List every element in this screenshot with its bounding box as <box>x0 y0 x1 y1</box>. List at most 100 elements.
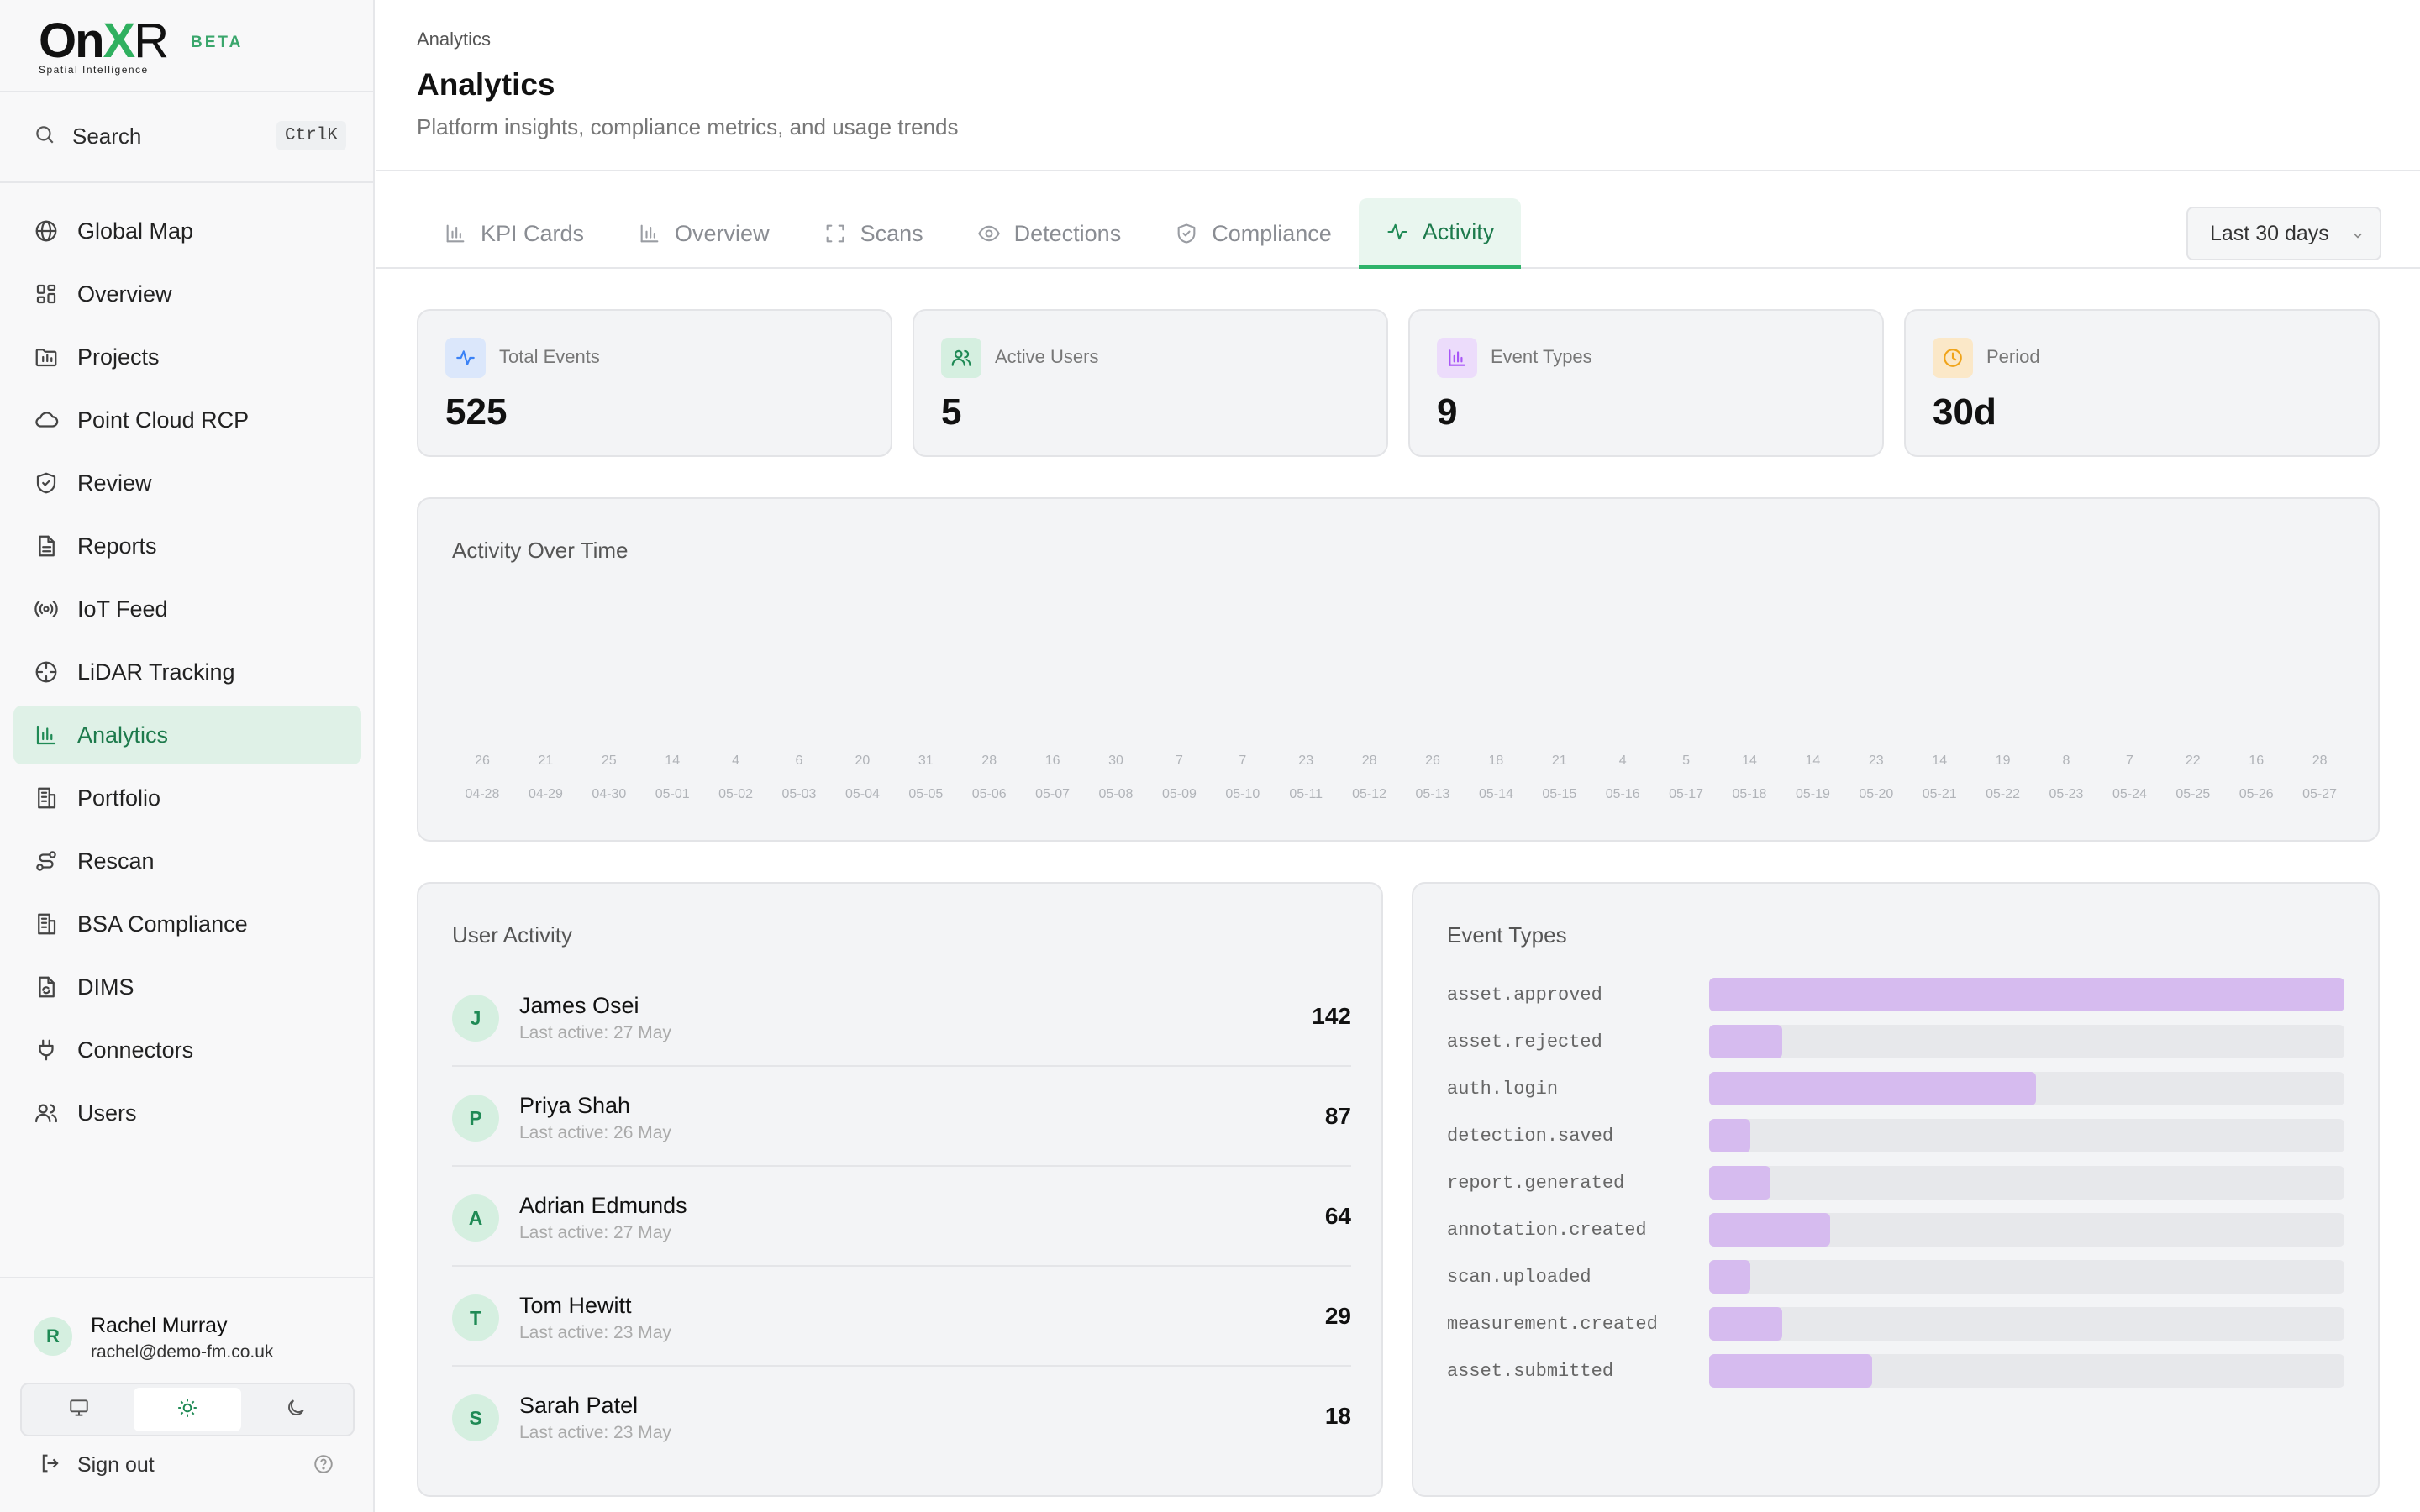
date-range-select[interactable]: Last 30 days <box>2186 207 2381 260</box>
event-type-row: scan.uploaded <box>1447 1260 2346 1295</box>
chart-value-label: 6 <box>796 753 803 768</box>
tab-detections[interactable]: Detections <box>950 198 1149 269</box>
brand-logo[interactable]: OnXR Spatial Intelligence <box>39 17 169 76</box>
kpi-card-event-types: Event Types 9 <box>1408 309 1884 457</box>
sidebar-item-rescan[interactable]: Rescan <box>13 832 361 890</box>
chart-value-label: 30 <box>1108 753 1123 768</box>
event-type-label: asset.rejected <box>1447 1032 1602 1053</box>
event-type-label: asset.submitted <box>1447 1361 1614 1382</box>
chart-x-tick-label: 05-08 <box>1099 787 1134 801</box>
sidebar-item-point-cloud-rcp[interactable]: Point Cloud RCP <box>13 391 361 449</box>
event-type-bar-track <box>1709 1025 2344 1058</box>
chart-x-tick-label: 05-18 <box>1733 787 1767 801</box>
sidebar-item-global-map[interactable]: Global Map <box>13 202 361 260</box>
user-activity-title: User Activity <box>452 922 573 948</box>
sign-out-button[interactable]: Sign out <box>39 1452 155 1479</box>
user-activity-row[interactable]: J James Osei Last active: 27 May 142 <box>452 968 1351 1067</box>
sidebar-item-projects[interactable]: Projects <box>13 328 361 386</box>
sidebar-item-label: Connectors <box>77 1037 194 1063</box>
user-activity-row[interactable]: P Priya Shah Last active: 26 May 87 <box>452 1068 1351 1167</box>
chart-x-tick-label: 05-19 <box>1796 787 1830 801</box>
breadcrumb[interactable]: Analytics <box>417 29 491 50</box>
event-type-label: asset.approved <box>1447 984 1602 1005</box>
tab-compliance[interactable]: Compliance <box>1148 198 1359 269</box>
chart-value-label: 18 <box>1489 753 1504 768</box>
user-activity-row[interactable]: T Tom Hewitt Last active: 23 May 29 <box>452 1268 1351 1367</box>
document-icon <box>34 533 59 559</box>
event-type-bar-track <box>1709 978 2344 1011</box>
chart-x-tick-label: 05-26 <box>2239 787 2274 801</box>
moon-icon <box>285 1397 307 1423</box>
chart-value-label: 23 <box>1869 753 1884 768</box>
chart-value-label: 28 <box>2312 753 2328 768</box>
event-type-bar-track <box>1709 1166 2344 1200</box>
event-type-bar-track <box>1709 1072 2344 1105</box>
sidebar-item-iot-feed[interactable]: IoT Feed <box>13 580 361 638</box>
chart-value-label: 26 <box>475 753 490 768</box>
avatar[interactable]: R <box>34 1317 72 1356</box>
sidebar-item-analytics[interactable]: Analytics <box>13 706 361 764</box>
sidebar-item-reports[interactable]: Reports <box>13 517 361 575</box>
sidebar-item-review[interactable]: Review <box>13 454 361 512</box>
building-icon <box>34 785 59 811</box>
chart-value-label: 28 <box>1362 753 1377 768</box>
sign-out-icon <box>39 1452 62 1479</box>
user-activity-row[interactable]: A Adrian Edmunds Last active: 27 May 64 <box>452 1168 1351 1267</box>
chart-value-label: 28 <box>981 753 997 768</box>
event-type-bar <box>1709 1213 1830 1247</box>
sign-out-label: Sign out <box>77 1453 155 1477</box>
chart-value-label: 31 <box>918 753 934 768</box>
sidebar-item-label: Review <box>77 470 152 496</box>
beta-badge: BETA <box>191 34 244 51</box>
logo-x: X <box>103 13 136 68</box>
tab-label: Activity <box>1422 218 1495 244</box>
kpi-label: Active Users <box>995 346 1099 367</box>
search-button[interactable]: Search CtrlK <box>13 109 361 163</box>
chart-x-tick-label: 05-20 <box>1859 787 1893 801</box>
event-type-row: asset.approved <box>1447 978 2346 1013</box>
user-activity-row[interactable]: S Sarah Patel Last active: 23 May 18 <box>452 1368 1351 1467</box>
event-type-bar-track <box>1709 1260 2344 1294</box>
sidebar-item-lidar-tracking[interactable]: LiDAR Tracking <box>13 643 361 701</box>
tab-overview[interactable]: Overview <box>611 198 797 269</box>
sidebar-item-users[interactable]: Users <box>13 1084 361 1142</box>
divider <box>0 181 375 183</box>
chart-x-tick-label: 05-17 <box>1669 787 1703 801</box>
last-active: Last active: 27 May <box>519 1023 671 1042</box>
logo-on: On <box>39 13 105 68</box>
route-icon <box>34 848 59 874</box>
tab-kpi-cards[interactable]: KPI Cards <box>417 198 611 269</box>
event-type-label: auth.login <box>1447 1079 1559 1100</box>
page-subtitle: Platform insights, compliance metrics, a… <box>417 114 959 139</box>
tab-label: Scans <box>860 220 923 246</box>
tab-activity[interactable]: Activity <box>1358 198 1522 269</box>
sidebar-item-label: Global Map <box>77 218 194 244</box>
event-type-bar <box>1709 1307 1782 1341</box>
help-icon[interactable] <box>313 1453 334 1479</box>
sidebar-item-label: Overview <box>77 281 172 307</box>
theme-system-button[interactable] <box>25 1388 134 1431</box>
sidebar-item-label: Portfolio <box>77 785 161 811</box>
tab-scans[interactable]: Scans <box>797 198 950 269</box>
sidebar-item-bsa-compliance[interactable]: BSA Compliance <box>13 895 361 953</box>
chart-x-tick-label: 05-25 <box>2175 787 2210 801</box>
chart-value-label: 14 <box>1742 753 1757 768</box>
kpi-card-period: Period 30d <box>1904 309 2380 457</box>
bar-chart-icon <box>34 722 59 748</box>
sidebar-item-overview[interactable]: Overview <box>13 265 361 323</box>
sidebar-item-connectors[interactable]: Connectors <box>13 1021 361 1079</box>
theme-light-button[interactable] <box>133 1388 242 1431</box>
chart-value-label: 16 <box>2249 753 2264 768</box>
chart-x-tick-label: 05-21 <box>1923 787 1957 801</box>
event-count: 142 <box>1312 1003 1351 1029</box>
kpi-value: 5 <box>941 391 962 433</box>
plug-icon <box>34 1037 59 1063</box>
kpi-label: Total Events <box>499 346 600 367</box>
page-header: Analytics Analytics Platform insights, c… <box>376 0 2420 171</box>
bar-chart-icon <box>444 222 467 245</box>
sidebar-item-portfolio[interactable]: Portfolio <box>13 769 361 827</box>
sidebar-item-dims[interactable]: DIMS <box>13 958 361 1016</box>
chart-x-tick-label: 05-03 <box>782 787 817 801</box>
theme-dark-button[interactable] <box>241 1388 350 1431</box>
chart-x-tick-label: 05-09 <box>1162 787 1197 801</box>
